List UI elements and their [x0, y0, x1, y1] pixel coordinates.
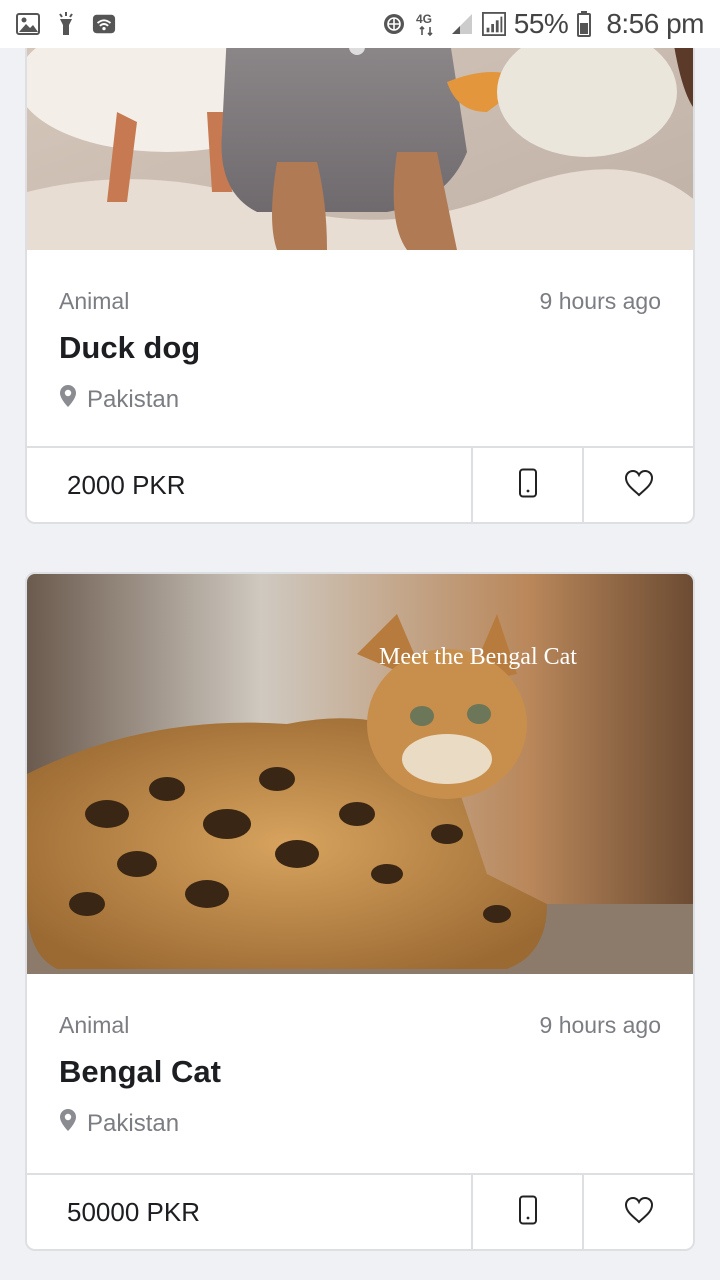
call-button[interactable]	[471, 448, 582, 522]
listing-footer: 2000 PKR	[27, 446, 693, 522]
listing-card[interactable]: Meet the Bengal Cat Animal 9 hours ago B…	[25, 572, 695, 1251]
listing-category: Animal	[59, 1012, 130, 1038]
listing-card[interactable]: Animal 9 hours ago Duck dog Pakistan 200…	[25, 0, 695, 524]
location-pin-icon	[59, 1108, 77, 1139]
mobile-phone-icon	[518, 1195, 538, 1230]
network-4g-icon: 4G	[414, 12, 442, 37]
listing-time: 9 hours ago	[539, 288, 661, 314]
battery-percentage: 55%	[513, 8, 569, 39]
listing-location-text: Pakistan	[87, 385, 180, 413]
listing-location-text: Pakistan	[87, 1109, 180, 1137]
listing-location: Pakistan	[59, 384, 179, 415]
listing-price: 50000 PKR	[67, 1196, 200, 1227]
listing-category: Animal	[59, 288, 130, 314]
listing-title[interactable]: Duck dog	[59, 330, 200, 366]
listing-image[interactable]: Meet the Bengal Cat	[27, 574, 693, 974]
flashlight-notification-icon	[54, 12, 78, 36]
location-pin-icon	[59, 384, 77, 415]
listing-details: Animal 9 hours ago Duck dog Pakistan	[27, 250, 693, 450]
globe-icon	[382, 12, 406, 36]
favorite-button[interactable]	[582, 448, 693, 522]
clock-time: 8:56 pm	[606, 8, 704, 39]
gallery-notification-icon	[16, 12, 40, 36]
listing-details: Animal 9 hours ago Bengal Cat Pakistan	[27, 974, 693, 1174]
listing-footer: 50000 PKR	[27, 1173, 693, 1249]
listing-title[interactable]: Bengal Cat	[59, 1054, 221, 1090]
listing-price: 2000 PKR	[67, 469, 186, 500]
call-button[interactable]	[471, 1175, 582, 1249]
listing-location: Pakistan	[59, 1108, 179, 1139]
svg-text:4G: 4G	[416, 12, 432, 26]
wifi-notification-icon	[92, 12, 116, 36]
battery-icon	[576, 11, 592, 37]
image-caption: Meet the Bengal Cat	[379, 644, 577, 670]
status-bar: 4G 55% 8:56 pm	[0, 0, 720, 48]
heart-icon	[624, 469, 654, 502]
favorite-button[interactable]	[582, 1175, 693, 1249]
listing-time: 9 hours ago	[539, 1012, 661, 1038]
heart-icon	[624, 1196, 654, 1229]
signal-strength-icon-1	[450, 12, 474, 36]
bengal-cat-photo: Meet the Bengal Cat	[27, 574, 693, 974]
signal-strength-icon-2	[481, 12, 506, 36]
mobile-phone-icon	[518, 468, 538, 503]
